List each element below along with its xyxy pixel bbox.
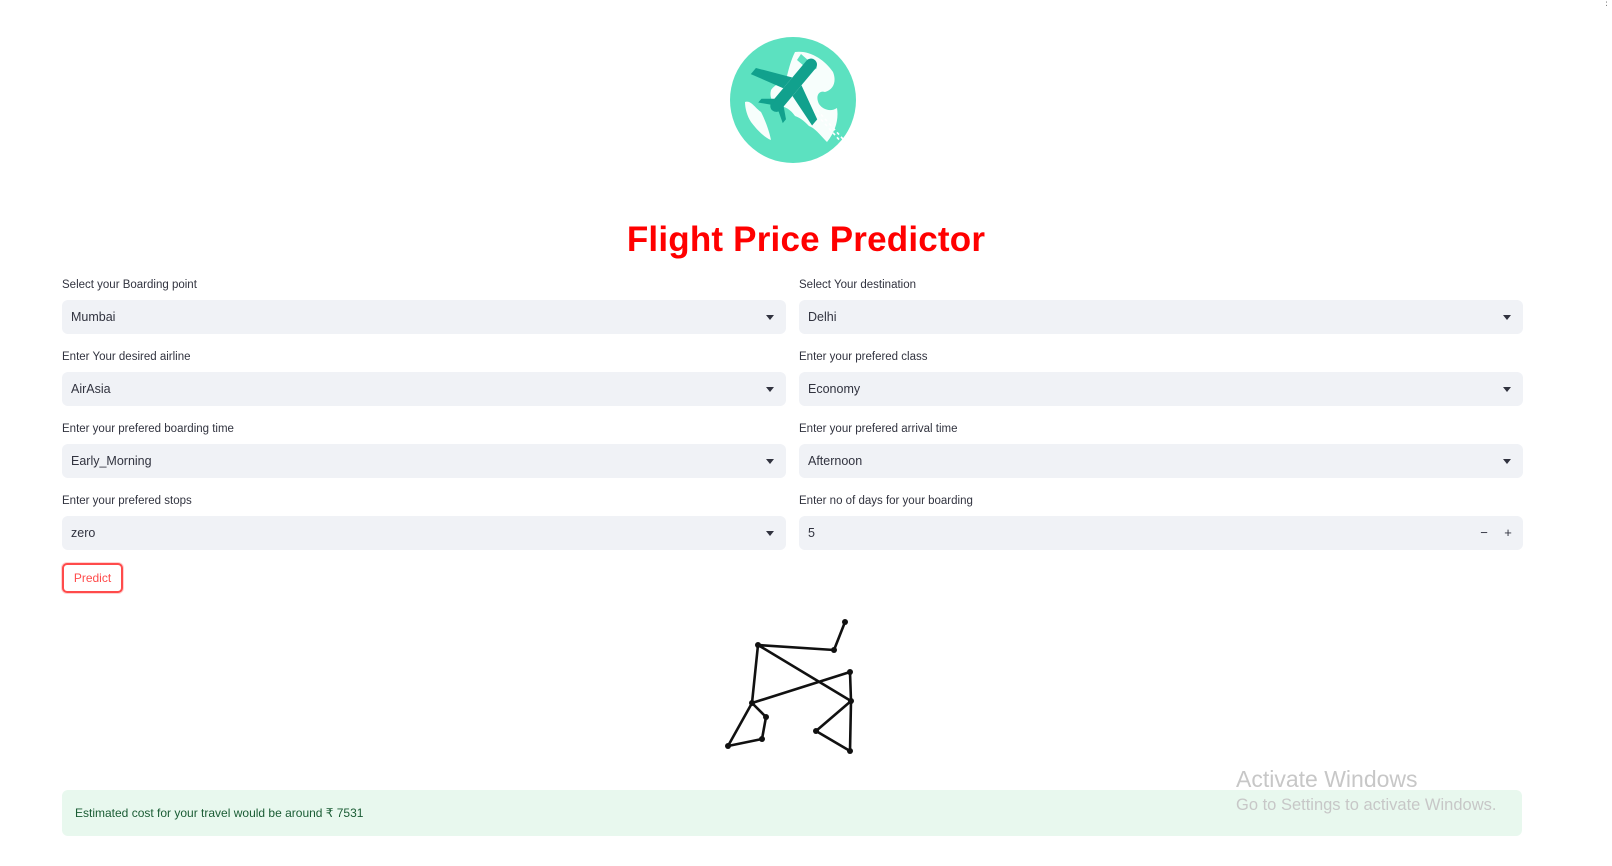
airline-select[interactable]: AirAsia [62, 372, 786, 406]
days-value[interactable]: 5 [808, 526, 815, 540]
boarding-time-value: Early_Morning [71, 454, 152, 468]
arrival-time-select[interactable]: Afternoon [799, 444, 1523, 478]
arrival-time-value: Afternoon [808, 454, 863, 468]
page-title: Flight Price Predictor [626, 220, 986, 259]
chevron-down-icon [766, 459, 774, 464]
class-field: Enter your prefered class Economy [799, 348, 1523, 406]
app-page: ⋮ Flight Price Predictor Select your Boa… [0, 0, 1612, 866]
chevron-down-icon [766, 531, 774, 536]
class-select[interactable]: Economy [799, 372, 1523, 406]
destination-field: Select Your destination Delhi [799, 276, 1523, 334]
chevron-down-icon [766, 315, 774, 320]
chevron-down-icon [1503, 387, 1511, 392]
chevron-down-icon [1503, 315, 1511, 320]
decrement-button[interactable]: − [1471, 516, 1497, 550]
menu-dots-icon[interactable]: ⋮ [1602, 0, 1611, 12]
airline-field: Enter Your desired airline AirAsia [62, 348, 786, 406]
destination-value: Delhi [808, 310, 837, 324]
airline-label: Enter Your desired airline [62, 351, 191, 363]
arrival-time-field: Enter your prefered arrival time Afterno… [799, 420, 1523, 478]
watermark-title: Activate Windows [1236, 766, 1418, 792]
destination-label: Select Your destination [799, 279, 917, 291]
boarding-time-label: Enter your prefered boarding time [62, 423, 234, 435]
boarding-point-field: Select your Boarding point Mumbai [62, 276, 786, 334]
stops-field: Enter your prefered stops zero [62, 492, 786, 550]
class-value: Economy [808, 382, 861, 396]
destination-select[interactable]: Delhi [799, 300, 1523, 334]
windows-activation-watermark: Activate Windows Go to Settings to activ… [1236, 765, 1496, 817]
days-number-input[interactable]: 5 − + [799, 516, 1523, 550]
airline-value: AirAsia [71, 382, 111, 396]
days-field: Enter no of days for your boarding 5 − + [799, 492, 1523, 550]
stops-value: zero [71, 526, 96, 540]
boarding-time-select[interactable]: Early_Morning [62, 444, 786, 478]
days-label: Enter no of days for your boarding [799, 495, 973, 507]
stops-label: Enter your prefered stops [62, 495, 192, 507]
predict-button[interactable]: Predict [62, 563, 123, 593]
increment-button[interactable]: + [1495, 516, 1521, 550]
stops-select[interactable]: zero [62, 516, 786, 550]
chevron-down-icon [766, 387, 774, 392]
network-graph-icon [718, 612, 860, 760]
boarding-point-label: Select your Boarding point [62, 279, 197, 291]
arrival-time-label: Enter your prefered arrival time [799, 423, 958, 435]
class-label: Enter your prefered class [799, 351, 928, 363]
boarding-point-select[interactable]: Mumbai [62, 300, 786, 334]
watermark-subtitle: Go to Settings to activate Windows. [1236, 796, 1497, 814]
result-text: Estimated cost for your travel would be … [75, 806, 364, 820]
boarding-point-value: Mumbai [71, 310, 116, 324]
globe-plane-icon [725, 32, 861, 168]
boarding-time-field: Enter your prefered boarding time Early_… [62, 420, 786, 478]
chevron-down-icon [1503, 459, 1511, 464]
